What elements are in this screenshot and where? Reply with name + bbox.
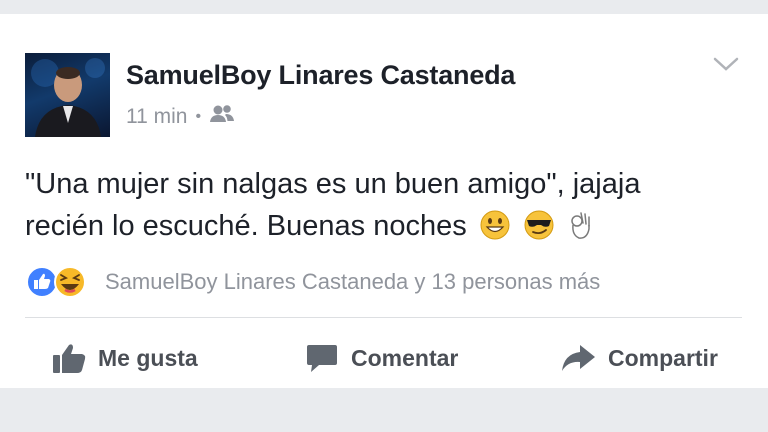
sunglasses-face-emoji xyxy=(523,209,555,253)
post-meta: 11 min • xyxy=(126,104,235,130)
comment-button[interactable]: Comentar xyxy=(305,342,458,374)
post-text-line2: recién lo escuché. Buenas noches xyxy=(25,210,467,242)
comment-icon xyxy=(307,345,337,372)
post-author[interactable]: SamuelBoy Linares Castaneda xyxy=(126,60,515,91)
divider xyxy=(25,317,742,318)
share-arrow-icon xyxy=(562,345,595,371)
share-button-label: Compartir xyxy=(608,344,718,371)
like-button-label: Me gusta xyxy=(98,344,198,371)
reaction-icons xyxy=(25,265,97,299)
like-button[interactable]: Me gusta xyxy=(52,342,198,374)
reaction-summary-text[interactable]: SamuelBoy Linares Castaneda y 13 persona… xyxy=(105,269,600,295)
post-text-line1: "Una mujer sin nalgas es un buen amigo",… xyxy=(25,168,641,200)
like-reaction-icon xyxy=(26,266,58,298)
comment-button-label: Comentar xyxy=(351,344,459,371)
ok-hand-emoji xyxy=(567,209,595,253)
post-text-line2-wrap: recién lo escuché. Buenas noches xyxy=(25,205,755,253)
share-button[interactable]: Compartir xyxy=(560,342,718,374)
post-timestamp[interactable]: 11 min xyxy=(126,105,187,129)
friends-icon[interactable] xyxy=(209,104,235,130)
thumbs-up-icon xyxy=(53,344,86,373)
grinning-face-emoji xyxy=(479,209,511,253)
meta-separator: • xyxy=(195,108,202,125)
post-card: SamuelBoy Linares Castaneda 11 min • "Un… xyxy=(0,14,768,388)
reaction-summary[interactable]: SamuelBoy Linares Castaneda y 13 persona… xyxy=(25,265,600,299)
chevron-down-icon[interactable] xyxy=(712,54,740,74)
haha-reaction-icon xyxy=(54,266,86,298)
post-text: "Una mujer sin nalgas es un buen amigo",… xyxy=(25,163,755,253)
avatar[interactable] xyxy=(25,53,110,137)
